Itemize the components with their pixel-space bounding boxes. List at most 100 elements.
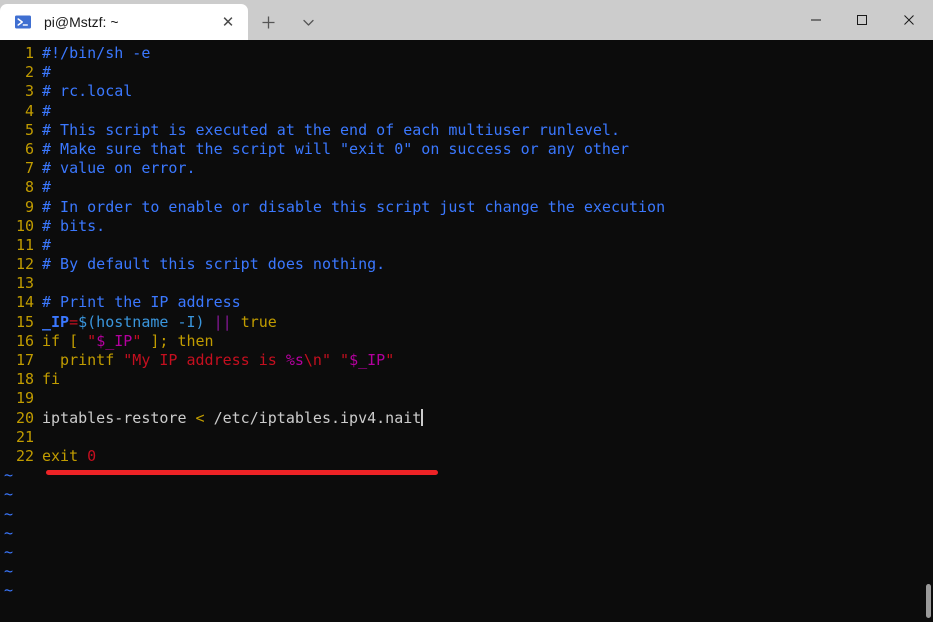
- code-token: # In order to enable or disable this scr…: [42, 197, 666, 216]
- window-close-button[interactable]: [885, 0, 933, 40]
- editor-line[interactable]: 13: [0, 274, 933, 293]
- terminal-tab[interactable]: pi@Mstzf: ~ ✕: [0, 4, 248, 40]
- window-titlebar: pi@Mstzf: ~ ✕: [0, 0, 933, 40]
- line-number: 11: [15, 235, 34, 254]
- code-token: #: [42, 63, 52, 82]
- code-token: true: [240, 312, 277, 331]
- code-token: <: [195, 408, 205, 427]
- code-token: $_IP: [349, 351, 386, 369]
- editor-line[interactable]: 6 # Make sure that the script will "exit …: [0, 140, 933, 159]
- code-token: # This script is executed at the end of …: [42, 120, 620, 139]
- line-number: 4: [24, 101, 34, 120]
- line-number: 1: [24, 44, 34, 62]
- empty-line-row: ~: [0, 466, 933, 485]
- editor-line[interactable]: 10 # bits.: [0, 217, 933, 236]
- code-token: #: [42, 235, 52, 254]
- editor-line[interactable]: 7 # value on error.: [0, 159, 933, 178]
- editor-line[interactable]: 5 # This script is executed at the end of…: [0, 121, 933, 140]
- line-number: 10: [15, 216, 34, 235]
- code-token: $(hostname -I): [78, 312, 205, 331]
- line-number: 16: [15, 331, 34, 350]
- tab-dropdown-button[interactable]: [288, 4, 328, 40]
- terminal-viewport[interactable]: 1 #!/bin/sh -e 2 #3 # rc.local 4 #5 # This scri…: [0, 40, 933, 622]
- editor-line[interactable]: 8 #: [0, 178, 933, 197]
- editor-line[interactable]: 19: [0, 389, 933, 408]
- window-controls: [793, 0, 933, 40]
- vim-text-buffer[interactable]: 1 #!/bin/sh -e 2 #3 # rc.local 4 #5 # This scri…: [0, 40, 933, 600]
- line-number: 18: [15, 370, 34, 389]
- text-cursor: [421, 408, 424, 426]
- editor-line[interactable]: 2 #: [0, 63, 933, 82]
- maximize-icon: [857, 15, 867, 25]
- code-token: iptables-restore: [42, 408, 196, 427]
- code-token: #: [42, 101, 52, 120]
- editor-line[interactable]: 1 #!/bin/sh -e: [0, 44, 933, 63]
- code-token: ]; then: [141, 331, 214, 350]
- editor-line[interactable]: 20 iptables-restore < /etc/iptables.ipv4.…: [0, 408, 933, 428]
- code-token: ": [340, 351, 350, 369]
- code-token: /etc/iptables.ipv4.nait: [204, 408, 422, 427]
- line-number: 17: [15, 351, 34, 369]
- line-number: 7: [24, 159, 34, 178]
- tilde-marker: ~: [4, 562, 14, 581]
- editor-line[interactable]: 21: [0, 428, 933, 447]
- line-number: 19: [15, 389, 34, 408]
- code-token: ": [87, 331, 97, 350]
- tilde-marker: ~: [4, 581, 14, 600]
- editor-line[interactable]: 4 #: [0, 102, 933, 121]
- line-number: 9: [24, 197, 34, 216]
- tilde-marker: ~: [4, 523, 14, 542]
- new-tab-button[interactable]: [248, 4, 288, 40]
- line-number: 5: [24, 120, 34, 139]
- editor-line[interactable]: 14 # Print the IP address: [0, 293, 933, 312]
- empty-line-row: ~: [0, 543, 933, 562]
- line-number: 21: [15, 427, 34, 446]
- tilde-marker: ~: [4, 504, 14, 523]
- editor-line[interactable]: 9 # In order to enable or disable this sc…: [0, 198, 933, 217]
- minimize-icon: [811, 19, 821, 21]
- line-number: 8: [24, 178, 34, 197]
- code-token: if [: [42, 331, 88, 350]
- editor-line[interactable]: 17 printf "My IP address is %s\n" "$_IP": [0, 351, 933, 370]
- code-token: exit: [42, 446, 88, 465]
- code-token: ": [385, 351, 395, 369]
- editor-line[interactable]: 3 # rc.local: [0, 82, 933, 101]
- line-number: 15: [15, 312, 34, 331]
- tilde-marker: ~: [4, 466, 14, 485]
- code-token: %s: [285, 351, 304, 369]
- line-number: 2: [24, 63, 34, 82]
- line-number: 20: [15, 408, 34, 427]
- line-number: 22: [15, 446, 34, 465]
- line-number: 6: [24, 139, 34, 158]
- code-token: ||: [213, 312, 232, 331]
- close-icon: [904, 15, 914, 25]
- vim-status-line: -- 插入 -- 20,43 全部: [0, 600, 933, 622]
- red-underline-annotation: [46, 470, 438, 475]
- terminal-scrollbar[interactable]: [923, 40, 933, 622]
- editor-line[interactable]: 15 _IP=$(hostname -I) || true: [0, 313, 933, 332]
- editor-line[interactable]: 22 exit 0: [0, 447, 933, 466]
- code-token: \n": [303, 351, 331, 369]
- line-number: 13: [15, 274, 34, 293]
- tab-title: pi@Mstzf: ~: [44, 14, 119, 30]
- empty-line-row: ~: [0, 524, 933, 543]
- code-token: # value on error.: [42, 159, 196, 178]
- editor-line[interactable]: 11 #: [0, 236, 933, 255]
- code-token: printf: [42, 351, 124, 369]
- minimize-button[interactable]: [793, 0, 839, 40]
- code-token: #: [42, 178, 52, 197]
- editor-line[interactable]: 18 fi: [0, 370, 933, 389]
- code-token: # Print the IP address: [42, 293, 241, 312]
- empty-line-row: ~: [0, 581, 933, 600]
- code-token: fi: [42, 370, 61, 389]
- code-token: _IP: [42, 312, 70, 331]
- maximize-button[interactable]: [839, 0, 885, 40]
- code-token: # rc.local: [42, 82, 133, 101]
- editor-line[interactable]: 16 if [ "$_IP" ]; then: [0, 332, 933, 351]
- close-icon[interactable]: ✕: [214, 8, 242, 36]
- code-token: # bits.: [42, 216, 106, 235]
- editor-line[interactable]: 12 # By default this script does nothing.: [0, 255, 933, 274]
- tab-strip: pi@Mstzf: ~ ✕: [0, 0, 248, 40]
